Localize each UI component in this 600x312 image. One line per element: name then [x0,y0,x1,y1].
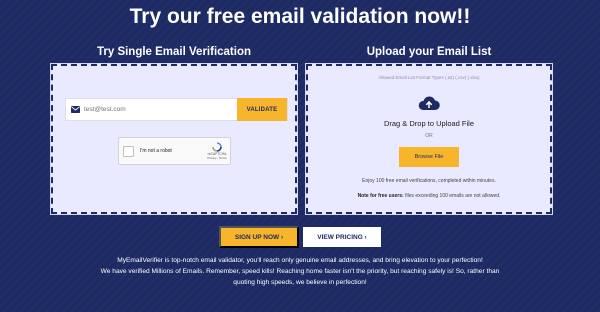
description-line-2: We have verified Millions of Emails. Rem… [100,268,500,275]
upload-list-title: Upload your Email List [366,46,492,58]
recaptcha-icon [212,142,222,152]
free-verifications-text: Enjoy 100 free email verifications, comp… [362,178,496,184]
single-verification-card: VALIDATE I'm not a robot reCAPTCHA Priva… [50,63,298,215]
recaptcha-links[interactable]: Privacy - Terms [207,156,226,160]
browse-file-button[interactable]: Browse File [399,147,459,167]
email-input-group: VALIDATE [65,98,288,121]
or-separator: OR [425,133,433,139]
sign-up-button[interactable]: SIGN UP NOW › [219,226,299,248]
allowed-formats-text: Allowed Email List Format Types (.txt) (… [378,75,480,80]
description-line-3: quoting high speeds, we believe in perfe… [233,279,367,286]
envelope-icon [66,106,84,113]
recaptcha-widget: I'm not a robot reCAPTCHA Privacy - Term… [118,137,231,165]
validate-button[interactable]: VALIDATE [237,98,287,121]
drag-drop-text: Drag & Drop to Upload File [383,119,475,128]
cloud-upload-icon [418,96,440,110]
free-user-note: Note for free users: files exceeding 100… [308,193,550,199]
recaptcha-checkbox[interactable] [123,145,134,157]
note-label: Note for free users: [357,193,404,199]
view-pricing-button[interactable]: VIEW PRICING › [302,226,382,248]
description-line-1: MyEmailVerifier is top-notch email valid… [117,257,483,264]
single-verification-title: Try Single Email Verification [96,46,252,58]
upload-list-card[interactable]: Allowed Email List Format Types (.txt) (… [305,63,553,215]
note-text: files exceeding 100 emails are not allow… [405,193,501,199]
recaptcha-brand: reCAPTCHA Privacy - Terms [204,142,230,160]
page-title: Try our free email validation now!! [129,5,471,28]
recaptcha-label: I'm not a robot [140,148,172,154]
email-input[interactable] [84,99,237,120]
